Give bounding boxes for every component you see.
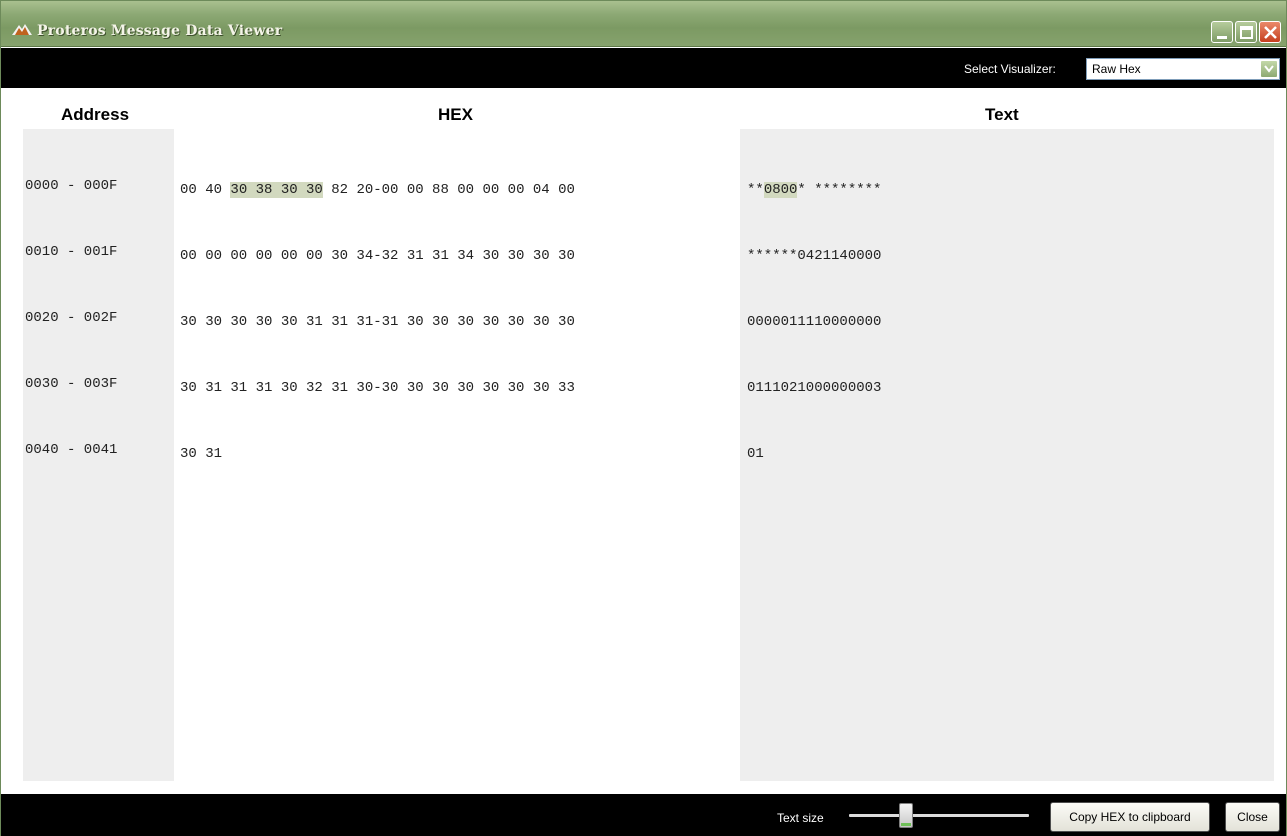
text-size-slider-track[interactable]: [849, 814, 1029, 817]
text-row[interactable]: 0000011110000000: [747, 311, 881, 333]
hex-panel[interactable]: 00 40 30 38 30 30 82 20-00 00 88 00 00 0…: [174, 129, 740, 781]
hex-row[interactable]: 30 30 30 30 30 31 31 31-31 30 30 30 30 3…: [180, 311, 575, 333]
address-panel[interactable]: 0000 - 000F 0010 - 001F 0020 - 002F 0030…: [23, 129, 174, 781]
maximize-button[interactable]: [1235, 21, 1257, 43]
address-column-header: Address: [61, 105, 130, 124]
text-column-header: Text: [985, 105, 1019, 124]
title-bar[interactable]: Proteros Message Data Viewer: [1, 1, 1286, 47]
maximize-icon: [1240, 26, 1253, 39]
text-row[interactable]: **0800* ********: [747, 179, 881, 201]
address-row: 0010 - 001F: [25, 244, 118, 260]
minimize-icon: [1217, 36, 1227, 39]
close-icon: [1264, 26, 1277, 39]
hex-row[interactable]: 30 31 31 31 30 32 31 30-30 30 30 30 30 3…: [180, 377, 575, 399]
message-data-viewer-window: Proteros Message Data Viewer Select Visu…: [0, 0, 1287, 836]
visualizer-selected-value: Raw Hex: [1092, 62, 1141, 76]
hex-row[interactable]: 30 31: [180, 443, 575, 465]
dropdown-arrow-icon[interactable]: [1260, 60, 1278, 78]
select-visualizer-label: Select Visualizer:: [964, 62, 1056, 76]
text-size-label: Text size: [777, 811, 824, 825]
hex-row[interactable]: 00 00 00 00 00 00 30 34-32 31 31 34 30 3…: [180, 245, 575, 267]
address-row: 0030 - 003F: [25, 376, 118, 392]
app-logo-icon: [11, 21, 33, 35]
address-row: 0000 - 000F: [25, 178, 118, 194]
address-row: 0040 - 0041: [25, 442, 118, 458]
text-row[interactable]: ******0421140000: [747, 245, 881, 267]
text-panel[interactable]: **0800* ******** ******0421140000 000001…: [740, 129, 1274, 781]
text-row[interactable]: 01: [747, 443, 881, 465]
minimize-button[interactable]: [1211, 21, 1233, 43]
close-window-button[interactable]: [1259, 21, 1281, 43]
hex-column-header: HEX: [438, 105, 473, 124]
text-size-slider-thumb[interactable]: [899, 803, 913, 828]
text-row[interactable]: 0111021000000003: [747, 377, 881, 399]
visualizer-select[interactable]: Raw Hex: [1086, 58, 1280, 80]
hex-selection-highlight: 30 38 30 30: [230, 182, 323, 198]
window-title: Proteros Message Data Viewer: [37, 23, 283, 39]
copy-hex-button[interactable]: Copy HEX to clipboard: [1050, 802, 1210, 832]
hex-row[interactable]: 00 40 30 38 30 30 82 20-00 00 88 00 00 0…: [180, 179, 575, 201]
close-button[interactable]: Close: [1225, 802, 1280, 832]
address-row: 0020 - 002F: [25, 310, 118, 326]
text-selection-highlight: 0800: [763, 182, 798, 198]
